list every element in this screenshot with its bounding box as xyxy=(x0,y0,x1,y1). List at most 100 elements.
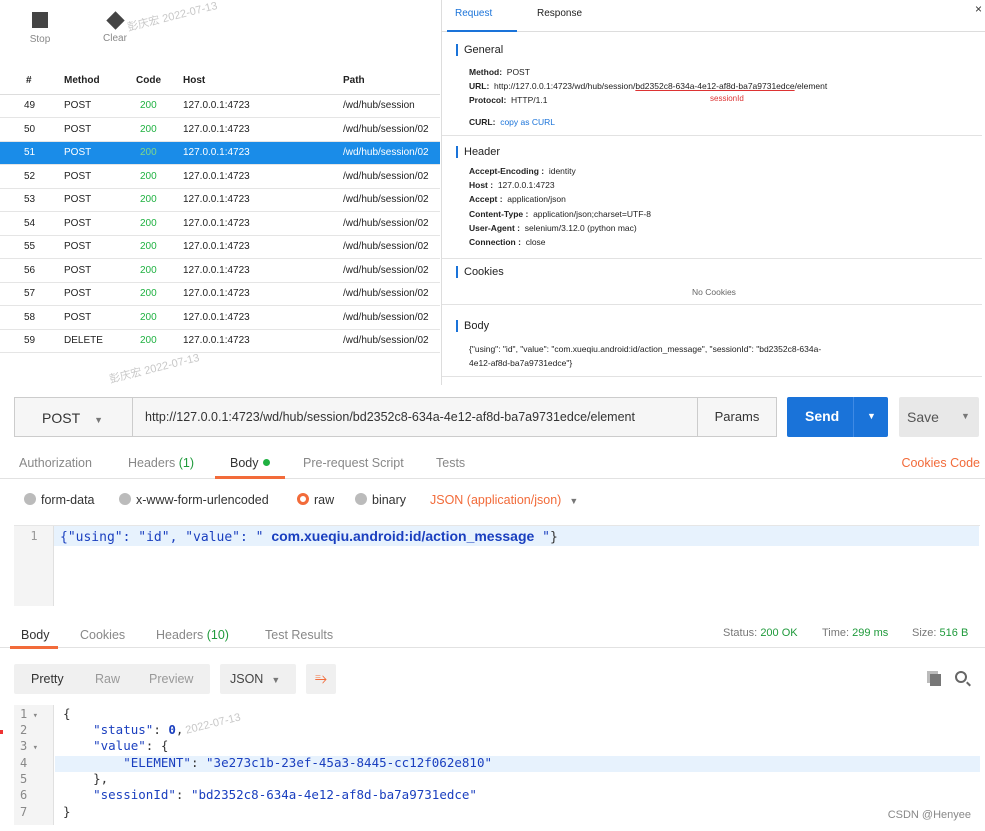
capture-toolbar: Stop Clear xyxy=(0,0,440,60)
tab-request[interactable]: Request xyxy=(455,8,492,19)
view-pretty[interactable]: Pretty xyxy=(31,672,64,686)
no-cookies-text: No Cookies xyxy=(692,287,736,297)
cell-host: 127.0.0.1:4723 xyxy=(183,211,343,236)
capture-row[interactable]: 53 POST 200 127.0.0.1:4723/wd/hub/session/0… xyxy=(0,188,440,212)
radio-circle-icon xyxy=(355,493,367,505)
send-button[interactable]: Send ▼ xyxy=(787,397,888,437)
tab-prerequest-script[interactable]: Pre-request Script xyxy=(303,456,404,470)
capture-row[interactable]: 59 DELETE 200 127.0.0.1:4723/wd/hub/session… xyxy=(0,329,440,353)
cell-path: /wd/hub/session/02 xyxy=(343,164,440,189)
capture-row[interactable]: 56 POST 200 127.0.0.1:4723/wd/hub/session/0… xyxy=(0,258,440,283)
fold-arrow-icon[interactable]: ▾ xyxy=(27,711,38,721)
cell-path: /wd/hub/session/02 xyxy=(343,282,440,306)
cell-host: 127.0.0.1:4723 xyxy=(183,282,343,306)
cell-num: 54 xyxy=(0,211,48,236)
view-preview[interactable]: Preview xyxy=(149,672,193,686)
capture-row[interactable]: 50 POST 200 127.0.0.1:4723/wd/hub/session/0… xyxy=(0,117,440,142)
capture-row[interactable]: 49 POST 200 127.0.0.1:4723/wd/hub/session xyxy=(0,94,440,118)
wrap-lines-icon[interactable]: ⥱ xyxy=(306,664,336,694)
method-value: POST xyxy=(42,410,81,426)
radio-form-data[interactable]: form-data xyxy=(24,493,95,507)
search-icon[interactable] xyxy=(955,671,967,683)
format-dropdown[interactable]: JSON ▼ xyxy=(220,664,296,694)
request-body-editor[interactable]: 1 {"using": "id", "value": " com.xueqiu.… xyxy=(14,525,980,606)
copy-icon[interactable] xyxy=(930,674,941,686)
tab-body[interactable]: Body xyxy=(230,456,270,470)
close-icon[interactable]: × xyxy=(975,2,982,16)
cell-num: 55 xyxy=(0,235,48,259)
cell-method: POST xyxy=(48,117,136,142)
fold-arrow-icon[interactable]: ▾ xyxy=(27,743,38,753)
capture-row[interactable]: 55 POST 200 127.0.0.1:4723/wd/hub/session/0… xyxy=(0,235,440,259)
tab-tests[interactable]: Tests xyxy=(436,456,465,470)
cell-num: 49 xyxy=(0,94,48,118)
method-dropdown[interactable]: POST ▼ xyxy=(15,398,133,436)
clear-button[interactable]: Clear xyxy=(85,8,145,44)
code-link[interactable]: Code xyxy=(950,456,980,470)
header-field: Connection : close xyxy=(469,237,546,247)
chevron-down-icon: ▼ xyxy=(569,496,579,506)
tab-response-headers[interactable]: Headers (10) xyxy=(156,628,229,642)
tab-response-cookies[interactable]: Cookies xyxy=(80,628,125,642)
capture-row[interactable]: 52 POST 200 127.0.0.1:4723/wd/hub/session/0… xyxy=(0,164,440,189)
radio-raw[interactable]: raw xyxy=(297,493,334,507)
col-host[interactable]: Host xyxy=(183,68,343,95)
section-body: Body xyxy=(456,320,489,332)
marker xyxy=(0,730,3,734)
section-cookies: Cookies xyxy=(456,266,504,278)
cell-path: /wd/hub/session/02 xyxy=(343,258,440,283)
params-button[interactable]: Params xyxy=(697,397,777,437)
cell-code: 200 xyxy=(136,235,183,259)
tab-response[interactable]: Response xyxy=(537,8,582,19)
cell-method: POST xyxy=(48,164,136,189)
capture-row[interactable]: 51 POST 200 127.0.0.1:4723/wd/hub/session/0… xyxy=(0,141,440,165)
cell-method: POST xyxy=(48,282,136,306)
view-mode-group: Pretty Raw Preview xyxy=(14,664,210,694)
col-path[interactable]: Path xyxy=(343,68,440,95)
line-number: 4 xyxy=(20,756,28,770)
view-raw[interactable]: Raw xyxy=(95,672,120,686)
element-id-highlight: com.xueqiu.android:id/action_message xyxy=(271,528,535,544)
header-field: Content-Type : application/json;charset=… xyxy=(469,208,651,219)
cell-num: 50 xyxy=(0,117,48,142)
active-tab-indicator xyxy=(447,30,517,32)
col-num[interactable]: # xyxy=(0,68,48,95)
cell-code: 200 xyxy=(136,329,183,353)
json-line-6: "sessionId": "bd2352c8-634a-4e12-af8d-ba… xyxy=(93,787,477,802)
tab-headers[interactable]: Headers (1) xyxy=(128,456,194,470)
json-line-4: "ELEMENT": "3e273c1b-23ef-45a3-8445-cc12… xyxy=(123,755,492,770)
divider xyxy=(442,304,982,305)
copy-curl-link[interactable]: copy as CURL xyxy=(500,117,555,127)
capture-row[interactable]: 54 POST 200 127.0.0.1:4723/wd/hub/session/0… xyxy=(0,211,440,236)
tab-response-body[interactable]: Body xyxy=(21,628,50,642)
cell-method: DELETE xyxy=(48,329,136,353)
cell-method: POST xyxy=(48,94,136,118)
tab-test-results[interactable]: Test Results xyxy=(265,628,333,642)
tab-authorization[interactable]: Authorization xyxy=(19,456,92,470)
chevron-down-icon[interactable]: ▼ xyxy=(961,411,970,421)
cell-method: POST xyxy=(48,235,136,259)
json-line-7: } xyxy=(63,804,71,819)
content-type-dropdown[interactable]: JSON (application/json) ▼ xyxy=(430,493,578,507)
radio-urlencoded[interactable]: x-www-form-urlencoded xyxy=(119,493,269,507)
save-button[interactable]: Save ▼ xyxy=(899,397,979,437)
url-input[interactable]: http://127.0.0.1:4723/wd/hub/session/bd2… xyxy=(145,410,635,424)
header-field: Accept-Encoding : identity xyxy=(469,166,576,176)
divider xyxy=(853,397,854,437)
radio-circle-icon xyxy=(24,493,36,505)
cookies-link[interactable]: Cookies xyxy=(901,456,946,470)
capture-row[interactable]: 57 POST 200 127.0.0.1:4723/wd/hub/session/0… xyxy=(0,282,440,306)
cell-method: POST xyxy=(48,188,136,212)
json-line-5: }, xyxy=(63,771,109,786)
general-method: Method: POST xyxy=(469,67,530,77)
chevron-down-icon[interactable]: ▼ xyxy=(867,411,876,421)
col-method[interactable]: Method xyxy=(48,68,136,95)
col-code[interactable]: Code xyxy=(136,68,183,95)
body-mode-options: form-data x-www-form-urlencoded raw bina… xyxy=(0,489,985,513)
radio-binary[interactable]: binary xyxy=(355,493,406,507)
source-credit: CSDN @Henyee xyxy=(887,809,971,821)
capture-row[interactable]: 58 POST 200 127.0.0.1:4723/wd/hub/session/0… xyxy=(0,305,440,330)
stop-button[interactable]: Stop xyxy=(10,8,70,45)
cell-host: 127.0.0.1:4723 xyxy=(183,188,343,212)
cell-code: 200 xyxy=(136,258,183,283)
